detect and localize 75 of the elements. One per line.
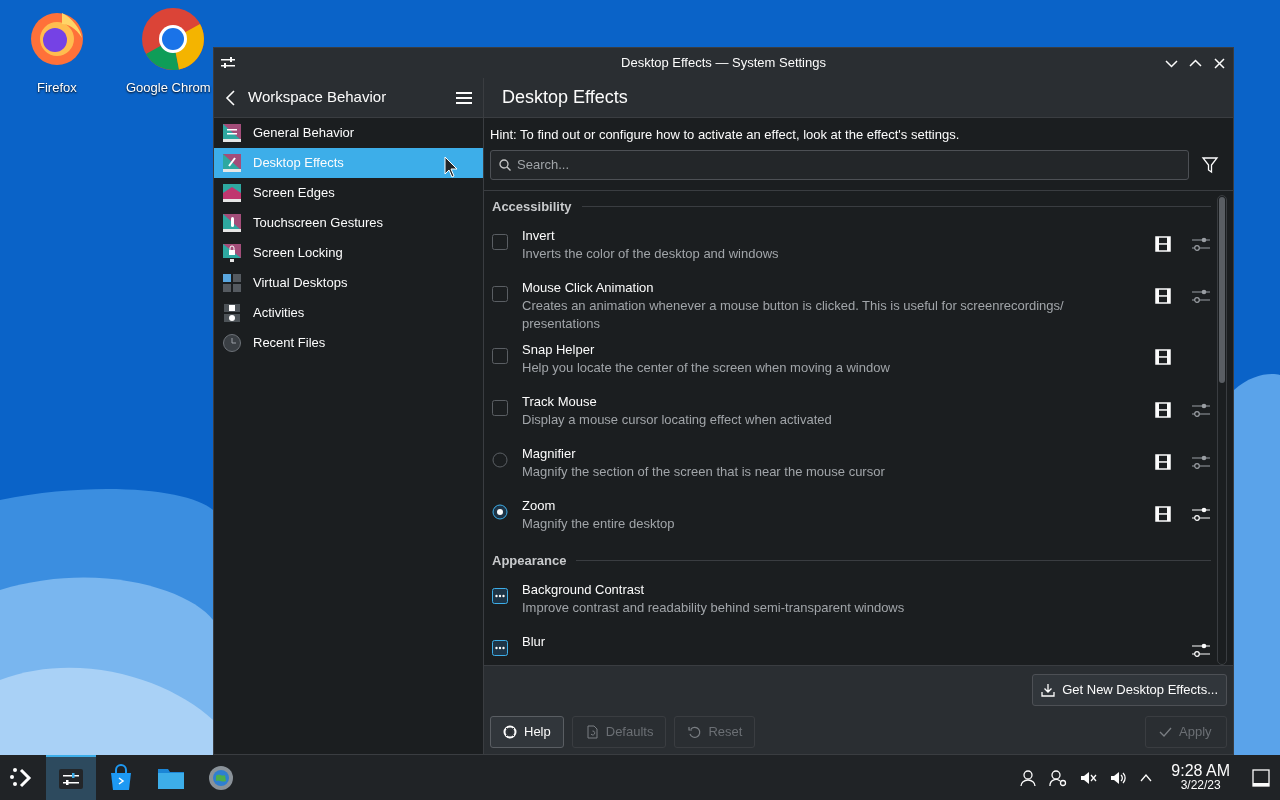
effect-name: Background Contrast [522, 580, 646, 599]
effect-name: Mouse Click Animation [522, 278, 655, 297]
hint-text: Hint: To find out or configure how to activate an effect, look at the effect's settings. [489, 126, 961, 144]
film-icon[interactable] [1155, 401, 1171, 418]
sidebar-item[interactable]: Screen Edges [214, 178, 483, 208]
category-icon [222, 333, 242, 353]
sidebar-item[interactable]: Recent Files [214, 328, 483, 358]
film-icon[interactable] [1155, 505, 1171, 522]
checkbox[interactable] [492, 285, 508, 302]
effect-name: Zoom [522, 496, 557, 515]
help-button[interactable]: Help [490, 716, 564, 748]
lifebuoy-icon [503, 725, 517, 739]
document-icon [584, 725, 599, 739]
sidebar-item[interactable]: General Behavior [214, 118, 483, 148]
film-icon[interactable] [1155, 348, 1171, 365]
globe-gear-icon [207, 763, 235, 792]
section-heading: Accessibility [492, 197, 572, 216]
checkbox[interactable] [492, 399, 508, 416]
sidebar-item[interactable]: Virtual Desktops [214, 268, 483, 298]
effect-description: Display a mouse cursor locating effect when activated [522, 410, 833, 429]
effect-name: Snap Helper [522, 340, 596, 359]
sliders-icon [220, 55, 236, 71]
show-desktop-icon[interactable] [1252, 768, 1270, 787]
checkbox[interactable] [492, 639, 508, 656]
category-icon [222, 273, 242, 293]
undo-icon [687, 725, 702, 739]
sidebar-title: Workspace Behavior [248, 87, 387, 108]
back-icon[interactable] [224, 88, 238, 107]
category-icon [222, 303, 242, 323]
clock-date[interactable]: 3/22/23 [1180, 777, 1221, 793]
page-title: Desktop Effects [502, 86, 628, 109]
film-icon[interactable] [1155, 287, 1171, 304]
radio-button[interactable] [492, 451, 508, 468]
effect-description: Creates an animation whenever a mouse button is clicked. This is useful for screenrecordings/ presentations [522, 296, 1065, 333]
category-icon [222, 213, 242, 233]
app-icon[interactable] [141, 7, 205, 71]
film-icon[interactable] [1155, 453, 1171, 470]
menu-icon[interactable] [455, 89, 473, 106]
filter-icon[interactable] [1201, 155, 1219, 174]
effect-name: Magnifier [522, 444, 577, 463]
effect-name: Invert [522, 226, 556, 245]
category-icon [222, 243, 242, 263]
search-icon [499, 158, 511, 171]
effect-description: Magnify the section of the screen that is near the mouse cursor [522, 462, 886, 481]
download-icon [1041, 683, 1056, 697]
checkbox[interactable] [492, 233, 508, 250]
window-title: Desktop Effects — System Settings [620, 54, 827, 73]
checkbox[interactable] [492, 347, 508, 364]
taskbar-app[interactable] [46, 755, 96, 800]
category-icon [222, 153, 242, 173]
clock-time[interactable]: 9:28 AM [1171, 762, 1230, 778]
radio-button[interactable] [492, 503, 508, 520]
effect-name: Blur [522, 632, 547, 651]
desktop-icon-label[interactable]: Firefox [37, 78, 77, 98]
checkmark-icon [1158, 725, 1172, 739]
effect-description: Inverts the color of the desktop and windows [522, 244, 780, 263]
category-icon [222, 183, 242, 203]
search-field[interactable]: Search... [490, 149, 1189, 180]
effect-name: Track Mouse [522, 392, 598, 411]
effect-description: Improve contrast and readability behind semi-transparent windows [522, 598, 906, 617]
effect-description: Help you locate the center of the screen when moving a window [522, 358, 891, 377]
get-new-effects-button[interactable]: Get New Desktop Effects... [1032, 674, 1227, 706]
checkbox[interactable] [492, 587, 508, 604]
close-icon[interactable] [1212, 55, 1227, 71]
mouse-pointer-icon [444, 156, 458, 178]
sidebar-item[interactable]: Screen Locking [214, 238, 483, 268]
desktop-icon-label[interactable]: Google Chrom [126, 78, 211, 98]
film-icon[interactable] [1155, 235, 1171, 252]
category-icon [222, 123, 242, 143]
user-icon[interactable] [1019, 768, 1038, 787]
section-heading: Appearance [492, 551, 567, 570]
sidebar-item[interactable]: Activities [214, 298, 483, 328]
user-settings-icon[interactable] [1049, 768, 1068, 787]
sidebar-item[interactable]: Touchscreen Gestures [214, 208, 483, 238]
effect-description: Magnify the entire desktop [522, 514, 676, 533]
